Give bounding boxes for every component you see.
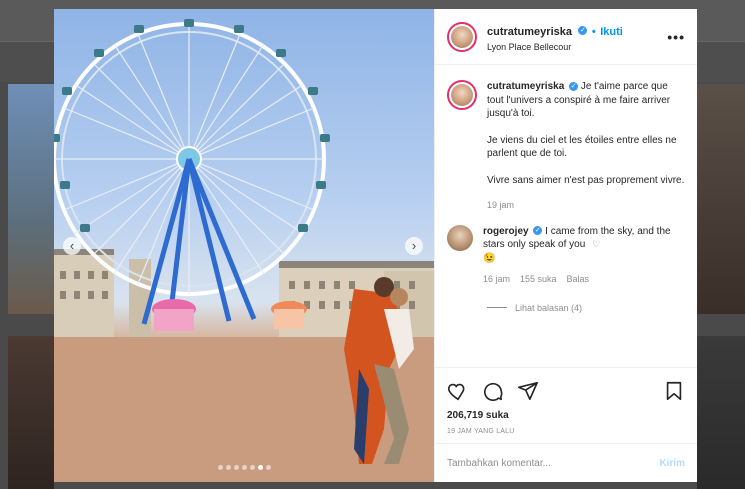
bookmark-icon[interactable] xyxy=(663,380,685,402)
carousel-dot[interactable] xyxy=(249,465,255,470)
post-comment-button[interactable]: Kirim xyxy=(659,458,685,469)
comment-input[interactable] xyxy=(447,457,660,469)
commenter-avatar[interactable] xyxy=(447,224,473,251)
caption: cutratumeyriska ✓ Je t'aime parce que to… xyxy=(487,80,685,213)
post-header: cutratumeyriska ✓ • Ikuti Lyon Place Bel… xyxy=(435,9,697,65)
carousel-dot[interactable] xyxy=(233,465,239,470)
follow-button[interactable]: Ikuti xyxy=(600,26,623,38)
comment-icon[interactable] xyxy=(482,380,504,402)
ferris-wheel-illustration xyxy=(54,19,434,482)
location-link[interactable]: Lyon Place Bellecour xyxy=(487,42,667,52)
background-tile xyxy=(8,336,54,489)
verified-icon: ✓ xyxy=(533,226,543,236)
commenter-username[interactable]: rogerojey xyxy=(483,226,529,237)
carousel-dot[interactable] xyxy=(265,465,271,470)
post-side-panel: cutratumeyriska ✓ • Ikuti Lyon Place Bel… xyxy=(434,9,697,482)
likes-count[interactable]: 206,719 suka xyxy=(447,410,685,421)
caption-username[interactable]: cutratumeyriska xyxy=(487,81,564,92)
heart-icon[interactable] xyxy=(447,380,469,402)
divider-line xyxy=(487,307,507,308)
bullet-separator: • xyxy=(591,25,596,38)
comment-row: rogerojey ✓ I came from the sky, and the… xyxy=(447,224,685,287)
caption-line-3: Vivre sans aimer n'est pas proprement vi… xyxy=(487,174,685,186)
comment-time: 16 jam xyxy=(483,274,511,284)
background-tile xyxy=(697,84,745,314)
caption-time: 19 jam xyxy=(487,200,515,210)
comment-likes[interactable]: 155 suka xyxy=(520,273,557,287)
view-replies-button[interactable]: Lihat balasan (4) xyxy=(487,303,685,313)
share-icon[interactable] xyxy=(517,380,539,402)
post-timestamp: 19 JAM YANG LALU xyxy=(447,428,515,435)
carousel-dots xyxy=(54,465,434,470)
comment-emoji: 😉 xyxy=(483,252,496,264)
comment-like-icon[interactable]: ♡ xyxy=(592,239,600,249)
caption-line-2: Je viens du ciel et les étoiles entre el… xyxy=(487,134,677,160)
background-tile xyxy=(697,336,745,489)
verified-icon: ✓ xyxy=(578,25,588,35)
verified-icon: ✓ xyxy=(569,81,579,91)
reply-button[interactable]: Balas xyxy=(567,273,590,287)
carousel-dot[interactable] xyxy=(225,465,231,470)
carousel-dot[interactable] xyxy=(217,465,223,470)
carousel-dot-active[interactable] xyxy=(257,465,263,470)
post-modal: ‹ › cutratumeyriska ✓ • Ikuti Lyon Place… xyxy=(54,9,697,482)
carousel-dot[interactable] xyxy=(241,465,247,470)
author-username[interactable]: cutratumeyriska xyxy=(487,26,572,38)
post-actions: 206,719 suka 19 JAM YANG LALU xyxy=(435,367,697,435)
more-options-icon[interactable]: ••• xyxy=(667,29,685,45)
carousel-prev-button[interactable]: ‹ xyxy=(63,237,81,255)
author-avatar[interactable] xyxy=(447,21,477,52)
carousel-next-button[interactable]: › xyxy=(405,237,423,255)
add-comment-bar: Kirim xyxy=(435,443,697,482)
author-avatar[interactable] xyxy=(447,80,477,110)
background-tile xyxy=(8,84,54,314)
post-photo: ‹ › xyxy=(54,9,434,482)
comments-list: cutratumeyriska ✓ Je t'aime parce que to… xyxy=(435,66,697,366)
caption-row: cutratumeyriska ✓ Je t'aime parce que to… xyxy=(447,80,685,213)
view-replies-label: Lihat balasan (4) xyxy=(515,302,583,313)
